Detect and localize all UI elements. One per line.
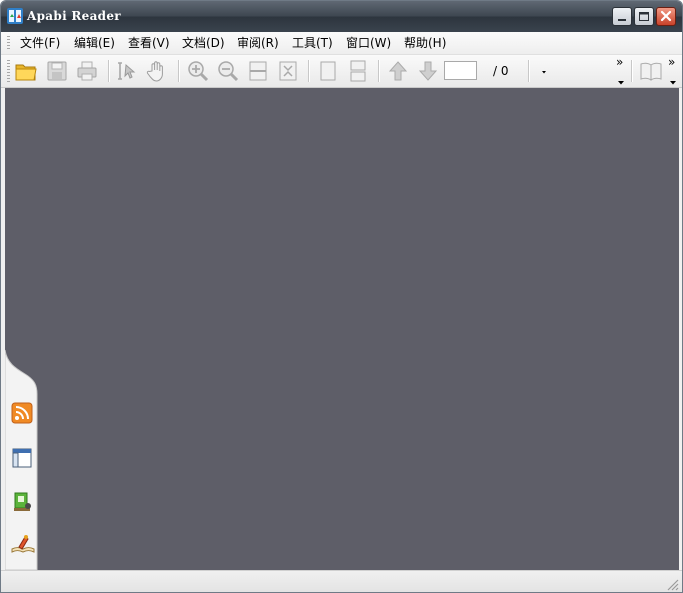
fit-width-icon [249,61,267,81]
fit-page-icon [279,61,297,81]
select-text-button[interactable] [115,58,141,84]
toolbar-separator [108,60,110,82]
chevron-down-icon [670,81,676,85]
maximize-button[interactable] [634,7,654,26]
single-page-button[interactable] [315,58,341,84]
next-page-icon [418,61,438,81]
menu-edit[interactable]: 编辑(E) [74,35,115,51]
window-title: Apabi Reader [27,9,121,23]
open-folder-icon [15,64,37,81]
reading-button[interactable] [11,533,35,557]
zoom-in-button[interactable] [185,58,211,84]
menu-help[interactable]: 帮助(H) [404,35,446,51]
open-button[interactable] [13,58,39,84]
minimize-button[interactable] [612,7,632,26]
menu-review[interactable]: 审阅(R) [237,35,279,51]
toolbar-overflow[interactable]: » [616,55,623,69]
continuous-page-button[interactable] [345,58,371,84]
print-button[interactable] [74,58,100,84]
select-text-icon [118,62,136,80]
title-bar[interactable]: Apabi Reader [1,1,682,32]
zoom-in-icon [188,61,209,82]
toolbar-separator [528,60,530,82]
toolbar-separator [308,60,310,82]
toolbar-overflow-2[interactable]: » [668,55,675,69]
resize-grip-icon[interactable] [665,577,679,591]
save-button[interactable] [44,58,70,84]
menu-file[interactable]: 文件(F) [20,35,60,51]
menu-view[interactable]: 查看(V) [128,35,170,51]
page-number-input[interactable] [444,61,477,80]
single-page-icon [320,61,336,81]
chevron-down-icon [618,81,624,85]
zoom-out-icon [218,61,239,82]
menu-window[interactable]: 窗口(W) [346,35,391,51]
reading-mode-button[interactable] [638,58,664,84]
close-button[interactable] [656,7,676,26]
toolbar-separator [378,60,380,82]
toolbar-overflow-2-dropdown[interactable] [669,75,677,85]
status-bar [1,570,682,592]
save-icon [47,61,67,81]
previous-page-button[interactable] [385,58,411,84]
toolbar: / 0 » » [1,55,682,88]
minimize-icon [618,19,626,21]
fit-width-button[interactable] [245,58,271,84]
apabi-app-icon [7,8,23,24]
app-window: Apabi Reader 文件(F) 编辑(E) 查看(V) 文档(D) 审阅(… [0,0,683,593]
reading-icon [11,535,35,553]
chevron-down-icon [542,71,546,74]
toolbar-grip[interactable] [7,60,10,82]
bookshelf-button[interactable] [11,491,35,515]
document-workspace[interactable] [5,88,679,570]
page-total: / 0 [493,64,509,78]
continuous-page-icon [350,60,366,82]
rss-button[interactable] [11,402,35,426]
hand-tool-button[interactable] [144,58,170,84]
previous-page-icon [388,61,408,81]
layout-panel-button[interactable] [11,447,35,471]
menu-document[interactable]: 文档(D) [182,35,225,51]
side-panel [5,88,39,570]
menu-bar: 文件(F) 编辑(E) 查看(V) 文档(D) 审阅(R) 工具(T) 窗口(W… [1,32,682,55]
zoom-out-button[interactable] [215,58,241,84]
bookshelf-icon [14,492,31,511]
toolbar-dropdown[interactable] [537,63,551,79]
menu-tools[interactable]: 工具(T) [292,35,333,51]
close-icon [660,10,672,22]
fit-page-button[interactable] [275,58,301,84]
toolbar-overflow-dropdown[interactable] [617,75,625,85]
toolbar-separator [178,60,180,82]
maximize-icon [639,12,649,21]
layout-panel-icon [12,448,32,468]
hand-icon [146,61,163,82]
book-icon [640,62,662,81]
print-icon [77,61,97,81]
toolbar-separator [631,60,633,82]
menubar-grip[interactable] [7,36,10,50]
rss-icon [11,402,33,424]
next-page-button[interactable] [415,58,441,84]
